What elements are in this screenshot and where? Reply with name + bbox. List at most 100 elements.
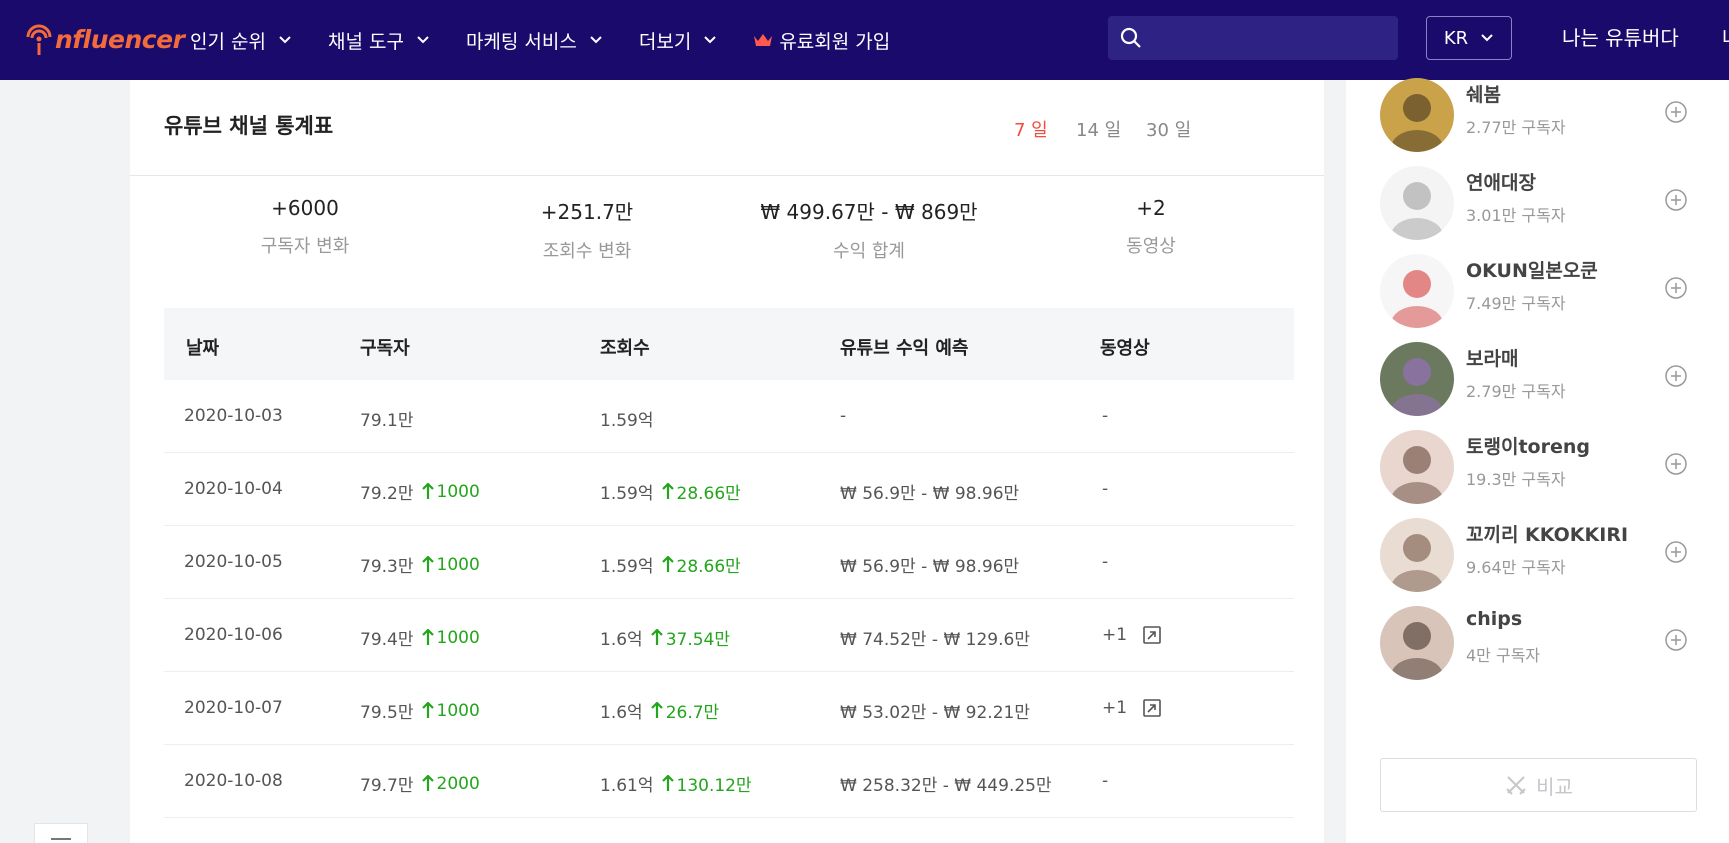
table-row: 2020-10-03 79.1만 1.59억 - - [164,380,1294,453]
avatar[interactable] [1380,518,1454,592]
nav-marketing-services[interactable]: 마케팅 서비스 [466,27,603,54]
arrow-up-icon [661,483,674,499]
cell-subscribers: 79.7만 2000 [360,773,480,797]
compare-button[interactable]: 비교 [1380,758,1697,812]
avatar[interactable] [1380,254,1454,328]
cell-views: 1.6억 37.54만 [600,625,730,650]
period-7-days[interactable]: 7 일 [1014,116,1048,142]
summary-value: +251.7만 [540,200,634,224]
external-video-icon[interactable] [1143,699,1161,717]
channel-name[interactable]: 쉐봄 [1466,80,1501,107]
chevron-down-icon [704,36,717,44]
external-video-icon[interactable] [1143,626,1161,644]
table-row: 2020-10-04 79.2만 1000 1.59억 28.66만 ₩ 56.9만 - … [164,453,1294,526]
channel-item[interactable]: chips 4만 구독자 [1380,598,1700,688]
side-menu-toggle[interactable] [34,823,88,843]
channel-item[interactable]: 연애대장 3.01만 구독자 [1380,158,1700,248]
nav-popular-ranking[interactable]: 인기 순위 [190,27,292,54]
channel-name[interactable]: 연애대장 [1466,168,1536,195]
add-circle-icon[interactable] [1664,452,1688,476]
search-input[interactable] [1152,28,1382,48]
views-increase: 37.54만 [650,625,730,650]
summary-row: +6000 구독자 변화 +251.7만 조회수 변화 ₩ 499.67만 - … [164,196,1294,276]
chevron-down-icon [590,36,602,44]
channel-stats-card: 유튜브 채널 통계표 7 일 14 일 30 일 +6000 구독자 변화 +2… [130,80,1324,843]
nav-label: 채널 도구 [327,30,404,53]
channel-name[interactable]: 토랭이toreng [1466,432,1590,459]
cell-subscribers: 79.5만 1000 [360,700,480,724]
youtuber-link[interactable]: 나는 유튜버다 [1562,0,1679,72]
cell-revenue: ₩ 53.02만 - ₩ 92.21만 [840,703,1030,723]
crossed-swords-icon [1506,776,1526,795]
search-icon [1120,27,1141,48]
cell-views: 1.61억 130.12만 [600,771,752,796]
add-circle-icon[interactable] [1664,188,1688,212]
table-row: 2020-10-07 79.5만 1000 1.6억 26.7만 ₩ 53.02만 - ₩… [164,672,1294,745]
add-circle-icon[interactable] [1664,276,1688,300]
logo-icon [26,24,52,55]
avatar[interactable] [1380,78,1454,152]
chevron-down-icon [279,36,291,44]
nav-channel-tools[interactable]: 채널 도구 [328,27,430,54]
channel-name[interactable]: OKUN일본오쿤 [1466,256,1598,283]
nav-label: 마케팅 서비스 [465,30,577,53]
compare-label: 비교 [1536,774,1573,799]
nav-more[interactable]: 더보기 [639,27,717,54]
summary-label: 조회수 변화 [542,241,632,262]
table-body: 2020-10-03 79.1만 1.59억 - - 2020-10-04 79.2만 100… [164,380,1294,818]
arrow-up-icon [421,483,434,499]
search-box[interactable] [1108,16,1398,60]
cell-date: 2020-10-03 [184,406,283,426]
cell-date: 2020-10-06 [184,625,283,645]
channel-name[interactable]: 보라매 [1466,344,1518,371]
channel-name[interactable]: 꼬끼리 KKOKKIRI [1466,520,1628,547]
cell-subscribers: 79.1만 [360,411,414,431]
cell-subscribers: 79.2만 1000 [360,481,480,505]
card-header: 유튜브 채널 통계표 7 일 14 일 30 일 [130,80,1324,176]
language-selector[interactable]: KR [1426,16,1512,60]
chevron-down-icon [417,36,429,44]
arrow-up-icon [650,702,663,718]
add-circle-icon[interactable] [1664,628,1688,652]
subscriber-increase: 2000 [421,774,480,794]
nav-label: 더보기 [638,30,692,53]
period-14-days[interactable]: 14 일 [1076,116,1121,142]
premium-signup-link[interactable]: 유료회원 가입 [753,27,890,54]
influencer-logo[interactable]: nfluencer [24,14,185,64]
summary-label: 구독자 변화 [260,236,350,257]
avatar[interactable] [1380,166,1454,240]
cut-off-nav-text[interactable]: 나 [1722,0,1729,72]
channel-subscribers: 3.01만 구독자 [1466,206,1566,225]
avatar[interactable] [1380,430,1454,504]
arrow-up-icon [661,556,674,572]
add-circle-icon[interactable] [1664,540,1688,564]
channel-item[interactable]: 보라매 2.79만 구독자 [1380,334,1700,424]
cell-revenue: ₩ 74.52만 - ₩ 129.6만 [840,630,1030,650]
add-circle-icon[interactable] [1664,100,1688,124]
cell-views: 1.59억 28.66만 [600,552,741,577]
column-header-videos: 동영상 [1100,338,1150,359]
table-row: 2020-10-06 79.4만 1000 1.6억 37.54만 ₩ 74.52만 - … [164,599,1294,672]
channel-name[interactable]: chips [1466,608,1522,630]
arrow-up-icon [421,702,434,718]
arrow-up-icon [421,775,434,791]
channel-item[interactable]: OKUN일본오쿤 7.49만 구독자 [1380,246,1700,336]
channel-item[interactable]: 꼬끼리 KKOKKIRI 9.64만 구독자 [1380,510,1700,600]
summary-value: ₩ 499.67만 - ₩ 869만 [760,200,978,224]
cell-date: 2020-10-04 [184,479,283,499]
cell-subscribers: 79.4만 1000 [360,627,480,651]
views-increase: 26.7만 [650,698,719,723]
table-row: 2020-10-05 79.3만 1000 1.59억 28.66만 ₩ 56.9만 - … [164,526,1294,599]
cell-date: 2020-10-05 [184,552,283,572]
cell-revenue: - [840,406,847,426]
channel-item[interactable]: 쉐봄 2.77만 구독자 [1380,70,1700,160]
avatar[interactable] [1380,606,1454,680]
add-circle-icon[interactable] [1664,364,1688,388]
avatar[interactable] [1380,342,1454,416]
channel-subscribers: 2.77만 구독자 [1466,118,1566,137]
channel-item[interactable]: 토랭이toreng 19.3만 구독자 [1380,422,1700,512]
period-30-days[interactable]: 30 일 [1146,116,1191,142]
cell-revenue: ₩ 56.9만 - ₩ 98.96만 [840,557,1020,577]
nav-label: 인기 순위 [190,30,266,53]
subscriber-increase: 1000 [421,555,480,575]
